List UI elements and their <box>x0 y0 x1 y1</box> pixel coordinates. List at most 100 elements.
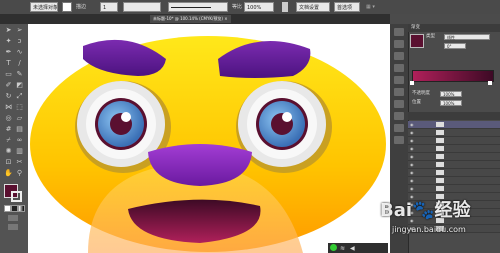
rotate-tool-icon[interactable]: ↻ <box>4 92 13 101</box>
layer-row[interactable]: ◉ <box>408 153 500 161</box>
eraser-tool-icon[interactable]: ◩ <box>15 81 24 90</box>
fill-swatch[interactable] <box>62 2 72 12</box>
gradient-slider-bar[interactable] <box>412 70 494 82</box>
blend-tool-icon[interactable]: ∞ <box>15 136 24 145</box>
volume-icon[interactable]: ◀ <box>350 245 355 252</box>
artboard-canvas[interactable] <box>28 24 390 253</box>
gradient-preview-swatch[interactable] <box>410 34 424 48</box>
close-icon[interactable]: × <box>224 16 227 21</box>
opacity-label: 不透明度 <box>412 91 430 96</box>
layer-row[interactable]: ◉ <box>408 185 500 193</box>
type-label: 类型 <box>426 34 435 39</box>
zoom-tool-icon[interactable]: ⚲ <box>15 169 24 178</box>
symbol-sprayer-tool-icon[interactable]: ✺ <box>4 147 13 156</box>
brush-field[interactable] <box>168 2 228 12</box>
shaper-tool-icon[interactable]: ✐ <box>4 81 13 90</box>
lasso-tool-icon[interactable]: ↄ <box>15 37 24 46</box>
default-colors-icon[interactable] <box>4 205 11 212</box>
type-tool-icon[interactable]: T <box>4 59 13 68</box>
gradient-stop-right[interactable] <box>488 81 492 85</box>
free-transform-tool-icon[interactable]: ⬚ <box>15 103 24 112</box>
graphic-styles-panel-icon[interactable] <box>394 124 404 132</box>
gradient-type-select[interactable]: 线性 <box>444 34 490 40</box>
stroke-color-swatch[interactable] <box>11 191 22 202</box>
line-tool-icon[interactable]: / <box>15 59 24 68</box>
layer-row[interactable]: ◉ <box>408 129 500 137</box>
gradient-panel-title: 渐变 <box>411 25 420 30</box>
rectangle-tool-icon[interactable]: ▭ <box>4 70 13 79</box>
visibility-eye-icon[interactable]: ◉ <box>410 178 414 183</box>
gradient-tool-icon[interactable]: ▤ <box>15 125 24 134</box>
gradient-angle-field[interactable]: 0° <box>444 43 466 49</box>
shape-builder-tool-icon[interactable]: ◎ <box>4 114 13 123</box>
app-tray-icon[interactable] <box>330 244 337 251</box>
layer-row[interactable]: ◉ <box>408 145 500 153</box>
perspective-tool-icon[interactable]: ▱ <box>15 114 24 123</box>
emoji-artwork <box>30 36 386 253</box>
visibility-eye-icon[interactable]: ◉ <box>410 162 414 167</box>
visibility-eye-icon[interactable]: ◉ <box>410 138 414 143</box>
magic-wand-tool-icon[interactable]: ✦ <box>4 37 13 46</box>
right-eye-highlight[interactable] <box>282 112 292 122</box>
left-eye-highlight[interactable] <box>121 112 131 122</box>
paintbrush-tool-icon[interactable]: ✎ <box>15 70 24 79</box>
layer-row[interactable]: ◉ <box>408 161 500 169</box>
layer-thumbnail <box>436 138 444 143</box>
screen-mode-icon[interactable] <box>8 224 18 230</box>
arrange-icon[interactable]: ▦ ▾ <box>366 2 386 12</box>
eyedropper-tool-icon[interactable]: ⌿ <box>4 136 13 145</box>
preferences-button[interactable]: 首选项 <box>334 2 360 12</box>
color-mode-icon[interactable] <box>11 205 18 212</box>
appearance-panel-icon[interactable] <box>394 112 404 120</box>
layer-row[interactable]: ◉ <box>408 137 500 145</box>
gradient-panel-icon[interactable] <box>394 88 404 96</box>
selection-field[interactable]: 未选择对象 <box>30 2 58 12</box>
gradient-opacity-field[interactable]: 100% <box>440 91 462 97</box>
layer-row[interactable]: ◉ <box>408 121 500 129</box>
visibility-eye-icon[interactable]: ◉ <box>410 154 414 159</box>
layers-panel-icon[interactable] <box>394 136 404 144</box>
curvature-tool-icon[interactable]: ∿ <box>15 48 24 57</box>
width-tool-icon[interactable]: ⋈ <box>4 103 13 112</box>
watermark-brand: Bai <box>380 200 413 221</box>
layers-panel-header <box>408 112 500 120</box>
mesh-tool-icon[interactable]: # <box>4 125 13 134</box>
gradient-position-field[interactable]: 100% <box>440 100 462 106</box>
brushes-panel-icon[interactable] <box>394 52 404 60</box>
pen-tool-icon[interactable]: ✒ <box>4 48 13 57</box>
symbols-panel-icon[interactable] <box>394 64 404 72</box>
transparency-panel-icon[interactable] <box>394 100 404 108</box>
brush-line-icon <box>171 7 211 8</box>
visibility-eye-icon[interactable]: ◉ <box>410 146 414 151</box>
visibility-eye-icon[interactable]: ◉ <box>410 186 414 191</box>
options-bar: 未选择对象 描边 1 等比 100% 文档设置 首选项 ▦ ▾ <box>0 0 500 15</box>
style-swatch[interactable] <box>282 2 288 12</box>
graph-tool-icon[interactable]: ▥ <box>15 147 24 156</box>
direct-selection-tool-icon[interactable]: ➢ <box>15 26 24 35</box>
wifi-icon[interactable]: ≋ <box>340 245 345 252</box>
layer-row[interactable]: ◉ <box>408 169 500 177</box>
swatches-panel-icon[interactable] <box>394 40 404 48</box>
doc-setup-button[interactable]: 文档设置 <box>296 2 330 12</box>
visibility-eye-icon[interactable]: ◉ <box>410 122 414 127</box>
layer-thumbnail <box>436 122 444 127</box>
layer-row[interactable]: ◉ <box>408 177 500 185</box>
slice-tool-icon[interactable]: ✂ <box>15 158 24 167</box>
layer-thumbnail <box>436 154 444 159</box>
opacity-field[interactable]: 100% <box>244 2 274 12</box>
scale-tool-icon[interactable]: ⤢ <box>15 92 24 101</box>
artboard-tool-icon[interactable]: ⊡ <box>4 158 13 167</box>
visibility-eye-icon[interactable]: ◉ <box>410 170 414 175</box>
variable-width-field[interactable] <box>123 2 161 12</box>
selection-tool-icon[interactable]: ➤ <box>4 26 13 35</box>
hand-tool-icon[interactable]: ✋ <box>4 169 13 178</box>
tab-document[interactable]: 未标题-10* @ 100.14% (CMYK/预览) × <box>150 15 231 23</box>
stroke-panel-icon[interactable] <box>394 76 404 84</box>
stroke-weight-field[interactable]: 1 <box>100 2 118 12</box>
gradient-mode-icon[interactable] <box>18 205 25 212</box>
gradient-stop-left[interactable] <box>410 81 414 85</box>
layer-thumbnail <box>436 146 444 151</box>
draw-mode-icon[interactable] <box>8 215 18 221</box>
color-panel-icon[interactable] <box>394 28 404 36</box>
visibility-eye-icon[interactable]: ◉ <box>410 130 414 135</box>
